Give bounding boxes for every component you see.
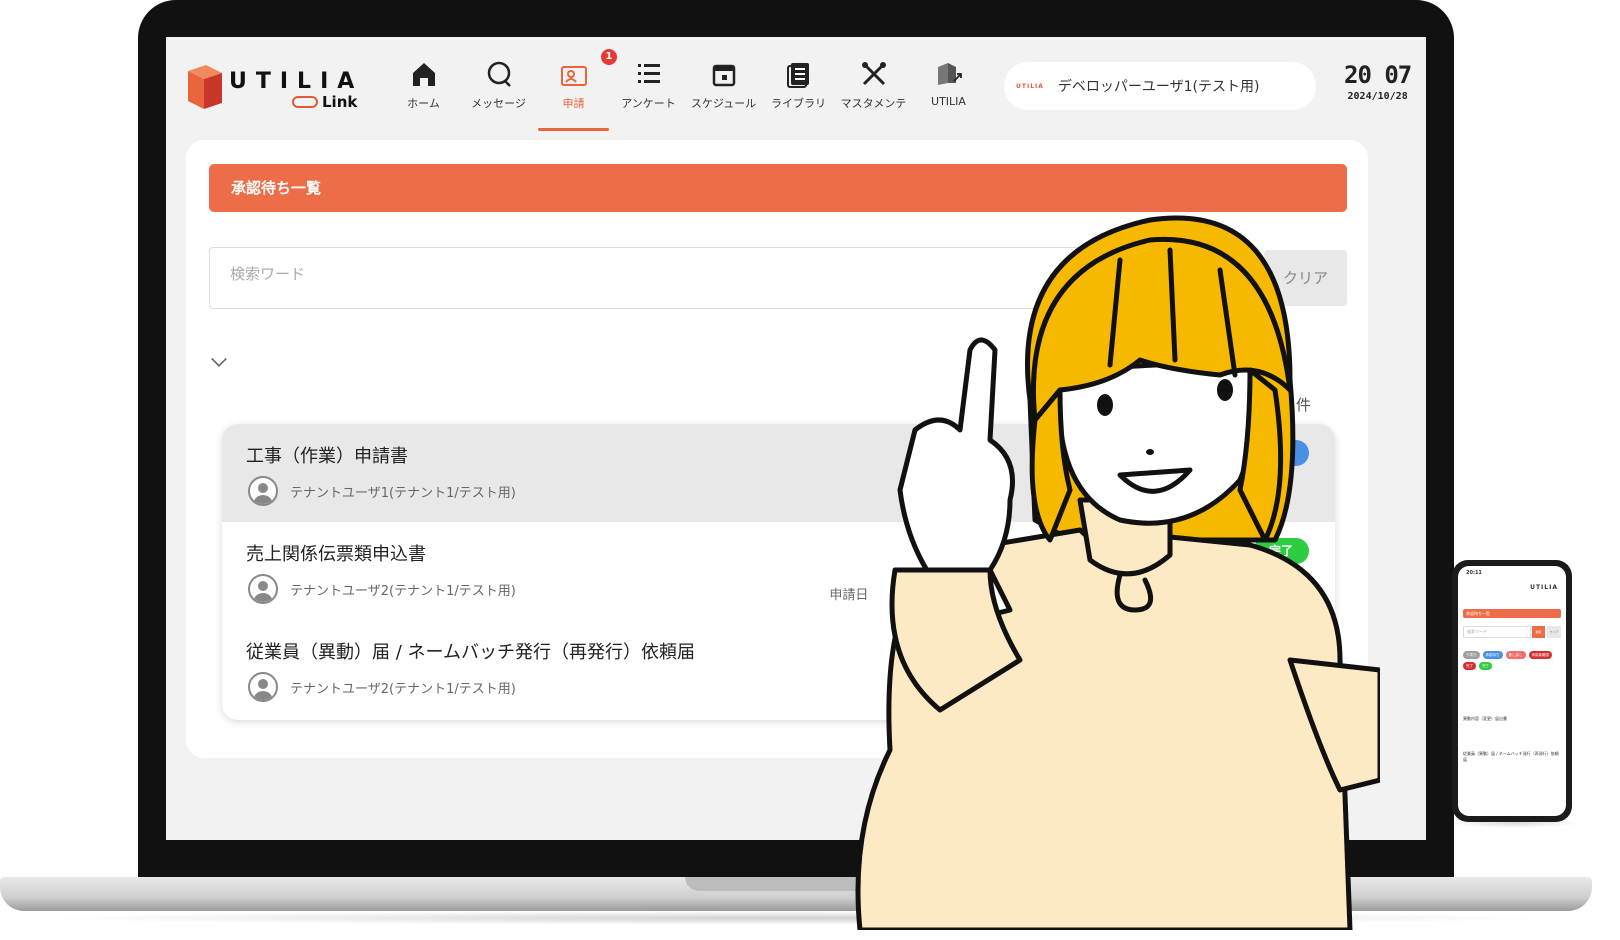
library-icon: [786, 63, 809, 88]
avatar-icon: [248, 574, 278, 604]
nav-survey[interactable]: アンケート: [611, 53, 686, 123]
nav-library[interactable]: ライブラリ: [761, 53, 836, 123]
phone-search-input[interactable]: 検索ワード: [1463, 626, 1531, 638]
phone-filter-chips: 下書き 承認待ち 差し戻し 承認者確認 完了 完了: [1463, 651, 1561, 670]
external-link-icon: [937, 63, 962, 85]
nav-label: ライブラリ: [771, 97, 826, 110]
cube-logo-icon: [188, 65, 222, 109]
logo-wordmark: UTILIA: [229, 69, 364, 94]
survey-list-icon: [637, 64, 660, 83]
main-nav: ホーム メッセージ 1 申請 アンケート スケジュール ライブラリ マスタメンテ…: [386, 49, 986, 131]
phone-list-item[interactable]: 異動内容（変更）届出書: [1463, 716, 1561, 722]
phone-chip[interactable]: 完了: [1463, 662, 1476, 670]
pointing-woman-illustration: [855, 215, 1380, 930]
phone-clear-button[interactable]: クリア: [1547, 626, 1561, 638]
nav-schedule[interactable]: スケジュール: [686, 53, 761, 123]
logo-sub-text: Link: [322, 93, 358, 111]
nav-message[interactable]: メッセージ: [461, 53, 536, 123]
user-menu[interactable]: UTILIA デベロッパーユーザ1(テスト用): [1004, 62, 1316, 110]
phone-list-item[interactable]: 従業員（異動）届 / ネームバッチ発行（再発行）依頼届: [1463, 751, 1561, 763]
link-ring-icon: [292, 96, 318, 108]
promo-stage: UTILIA Link ホーム メッセージ 1 申請 アンケート スケジュール …: [0, 0, 1620, 940]
app-header: UTILIA Link ホーム メッセージ 1 申請 アンケート スケジュール …: [166, 37, 1426, 135]
nav-label: スケジュール: [690, 97, 757, 110]
nav-master-maintenance[interactable]: マスタメンテ: [836, 53, 911, 123]
smartphone-mockup: 20:11 UTILIA 承認待ち一覧 検索ワード 検索 クリア 下書き 承認待…: [1452, 560, 1572, 822]
calendar-icon: [712, 64, 735, 87]
application-icon: [560, 66, 587, 86]
avatar-icon: [248, 672, 278, 702]
nav-label: 申請: [562, 97, 585, 110]
clock: 20 07 2024/10/28: [1344, 61, 1412, 102]
tools-icon: [861, 62, 886, 86]
nav-home[interactable]: ホーム: [386, 53, 461, 123]
user-name: デベロッパーユーザ1(テスト用): [1057, 79, 1260, 95]
logo-sub: Link: [292, 93, 357, 111]
chevron-down-icon[interactable]: [211, 351, 227, 367]
home-icon: [412, 63, 435, 86]
item-user: テナントユーザ1(テナント1/テスト用): [290, 486, 516, 501]
phone-chip[interactable]: 差し戻し: [1505, 651, 1526, 659]
item-title: 工事（作業）申請書: [246, 446, 408, 467]
message-icon: [487, 61, 511, 87]
phone-chip[interactable]: 承認者確認: [1528, 651, 1552, 659]
nav-label: メッセージ: [471, 97, 526, 110]
clock-date: 2024/10/28: [1347, 91, 1408, 102]
clock-time: 20 07: [1344, 61, 1412, 89]
phone-chip[interactable]: 下書き: [1463, 651, 1480, 659]
nav-label: ホーム: [407, 97, 440, 110]
nav-label: マスタメンテ: [840, 97, 907, 110]
nav-utilia[interactable]: UTILIA: [911, 53, 986, 123]
phone-chip[interactable]: 承認待ち: [1482, 651, 1503, 659]
nav-label: UTILIA: [931, 95, 966, 108]
item-user: テナントユーザ2(テナント1/テスト用): [290, 584, 516, 599]
phone-status-time: 20:11: [1466, 570, 1482, 576]
phone-chip[interactable]: 完了: [1479, 662, 1492, 670]
phone-logo: UTILIA: [1530, 584, 1558, 591]
nav-application[interactable]: 1 申請: [536, 49, 617, 131]
phone-screen: 20:11 UTILIA 承認待ち一覧 検索ワード 検索 クリア 下書き 承認待…: [1458, 566, 1566, 816]
item-title: 従業員（異動）届 / ネームバッチ発行（再発行）依頼届: [246, 642, 695, 663]
phone-search-button[interactable]: 検索: [1532, 626, 1545, 638]
item-user: テナントユーザ2(テナント1/テスト用): [290, 682, 516, 697]
user-mini-logo: UTILIA: [1016, 82, 1044, 90]
avatar-icon: [248, 476, 278, 506]
phone-page-title: 承認待ち一覧: [1463, 609, 1561, 618]
item-title: 売上関係伝票類申込書: [246, 544, 426, 565]
nav-label: アンケート: [621, 97, 676, 110]
utilia-link-logo[interactable]: UTILIA Link: [184, 61, 364, 113]
